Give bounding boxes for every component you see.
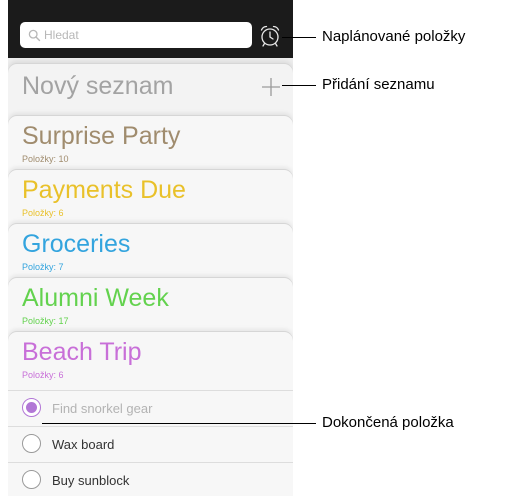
callout-scheduled: Naplánované položky: [322, 28, 466, 45]
list-title: Surprise Party: [22, 122, 181, 150]
list-card-alumni-week[interactable]: Alumni Week Položky: 17: [8, 278, 293, 338]
list-card-surprise-party[interactable]: Surprise Party Položky: 10: [8, 116, 293, 176]
reminder-row[interactable]: Find snorkel gear: [8, 390, 293, 426]
reminder-text[interactable]: Wax board: [52, 437, 114, 452]
new-list-row[interactable]: Nový seznam: [8, 64, 293, 124]
list-card-beach-trip[interactable]: Beach Trip Položky: 6 Find snorkel gear …: [8, 332, 293, 496]
list-item-count: Položky: 17: [22, 316, 69, 326]
callout-line-completed-item: [42, 423, 316, 424]
list-item-count: Položky: 6: [22, 370, 64, 380]
list-title: Beach Trip: [22, 338, 142, 366]
list-item-count: Položky: 10: [22, 154, 69, 164]
reminder-checkbox[interactable]: [22, 434, 41, 453]
alarm-clock-icon[interactable]: [259, 24, 281, 48]
completed-checkbox[interactable]: [22, 398, 41, 417]
callout-line-add-list: [282, 85, 316, 86]
list-item-count: Položky: 7: [22, 262, 64, 272]
list-item-count: Položky: 6: [22, 208, 64, 218]
reminders-screen: Hledat Nový seznam Surprise Party Položk…: [8, 0, 293, 496]
reminder-text[interactable]: Find snorkel gear: [52, 401, 152, 416]
list-title: Payments Due: [22, 176, 186, 204]
plus-icon[interactable]: [260, 76, 282, 98]
search-placeholder: Hledat: [44, 28, 79, 42]
callout-add-list: Přidání seznamu: [322, 76, 435, 93]
list-card-groceries[interactable]: Groceries Položky: 7: [8, 224, 293, 284]
new-list-label: Nový seznam: [22, 72, 174, 100]
list-title: Alumni Week: [22, 284, 169, 312]
callout-line-scheduled: [282, 37, 316, 38]
list-card-payments-due[interactable]: Payments Due Položky: 6: [8, 170, 293, 230]
list-title: Groceries: [22, 230, 131, 258]
reminder-row[interactable]: Buy sunblock: [8, 462, 293, 496]
search-input[interactable]: Hledat: [20, 22, 252, 48]
reminder-text[interactable]: Buy sunblock: [52, 473, 129, 488]
search-icon: [28, 29, 41, 41]
reminder-checkbox[interactable]: [22, 470, 41, 489]
search-bar: Hledat: [8, 0, 293, 58]
callout-completed-item: Dokončená položka: [322, 414, 454, 431]
reminder-row[interactable]: Wax board: [8, 426, 293, 462]
